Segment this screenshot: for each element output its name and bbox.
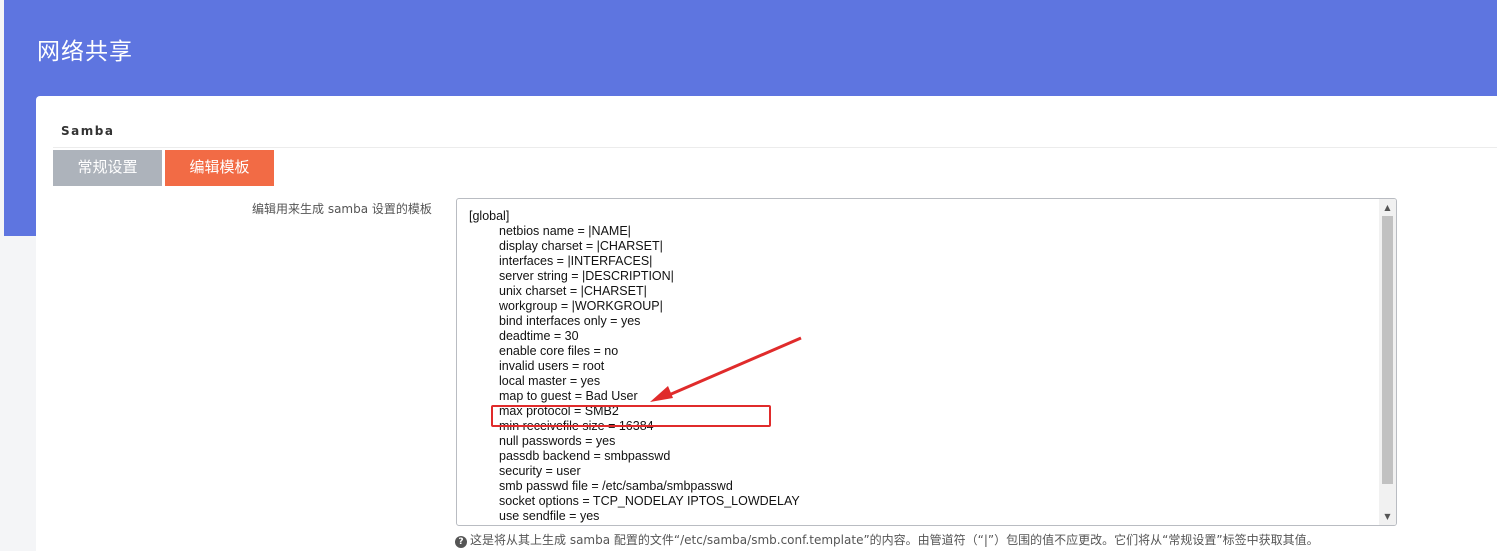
question-circle-icon: ? (455, 536, 467, 548)
annotation-arrow-icon (650, 336, 802, 402)
samba-card: Samba 常规设置 编辑模板 编辑用来生成 samba 设置的模板 [glob… (36, 96, 1497, 551)
help-text-content: 这是将从其上生成 samba 配置的文件“/etc/samba/smb.conf… (470, 533, 1319, 547)
page-title: 网络共享 (37, 39, 133, 65)
help-text: ? 这是将从其上生成 samba 配置的文件“/etc/samba/smb.con… (455, 531, 1319, 548)
